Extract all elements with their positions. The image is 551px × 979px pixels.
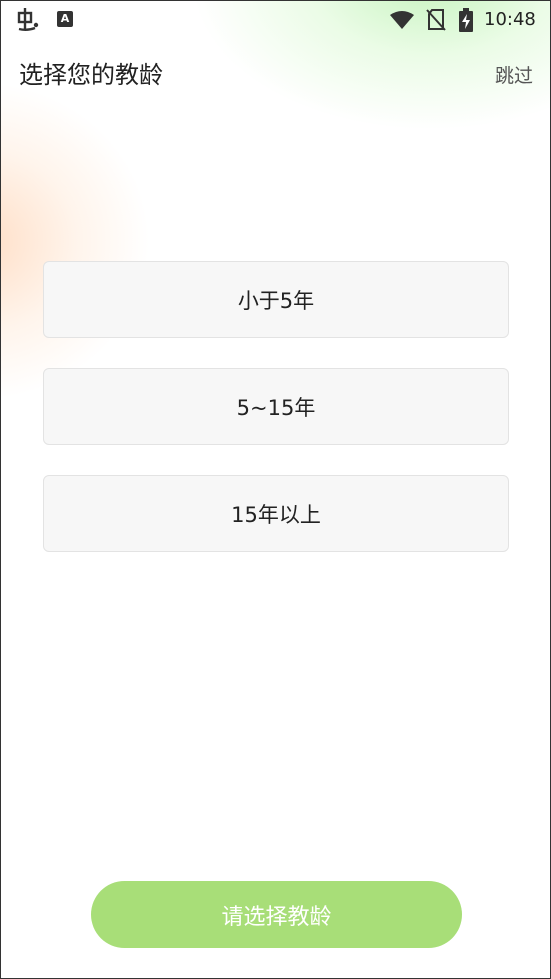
- option-more-than-15-years[interactable]: 15年以上: [43, 475, 509, 552]
- skip-button[interactable]: 跳过: [495, 63, 533, 89]
- font-a-icon: A: [57, 11, 73, 27]
- app-screen: A 10:48 选择您的教龄 跳过 小于5年 5~15年 15年以上 请选择教龄: [0, 0, 551, 979]
- option-label: 5~15年: [236, 395, 316, 420]
- bug-app-icon: [17, 8, 39, 31]
- confirm-button-label: 请选择教龄: [221, 904, 332, 930]
- wifi-icon: [390, 11, 414, 29]
- option-label: 15年以上: [231, 502, 321, 527]
- option-less-than-5-years[interactable]: 小于5年: [43, 261, 509, 338]
- option-5-to-15-years[interactable]: 5~15年: [43, 368, 509, 445]
- status-bar: A 10:48: [1, 1, 550, 39]
- page-title: 选择您的教龄: [19, 61, 163, 89]
- battery-charging-icon: [459, 8, 473, 32]
- confirm-button[interactable]: 请选择教龄: [91, 881, 462, 948]
- option-label: 小于5年: [237, 288, 315, 313]
- no-sim-icon: [426, 9, 446, 31]
- status-time: 10:48: [484, 9, 536, 30]
- teaching-years-options: 小于5年 5~15年 15年以上: [43, 261, 509, 582]
